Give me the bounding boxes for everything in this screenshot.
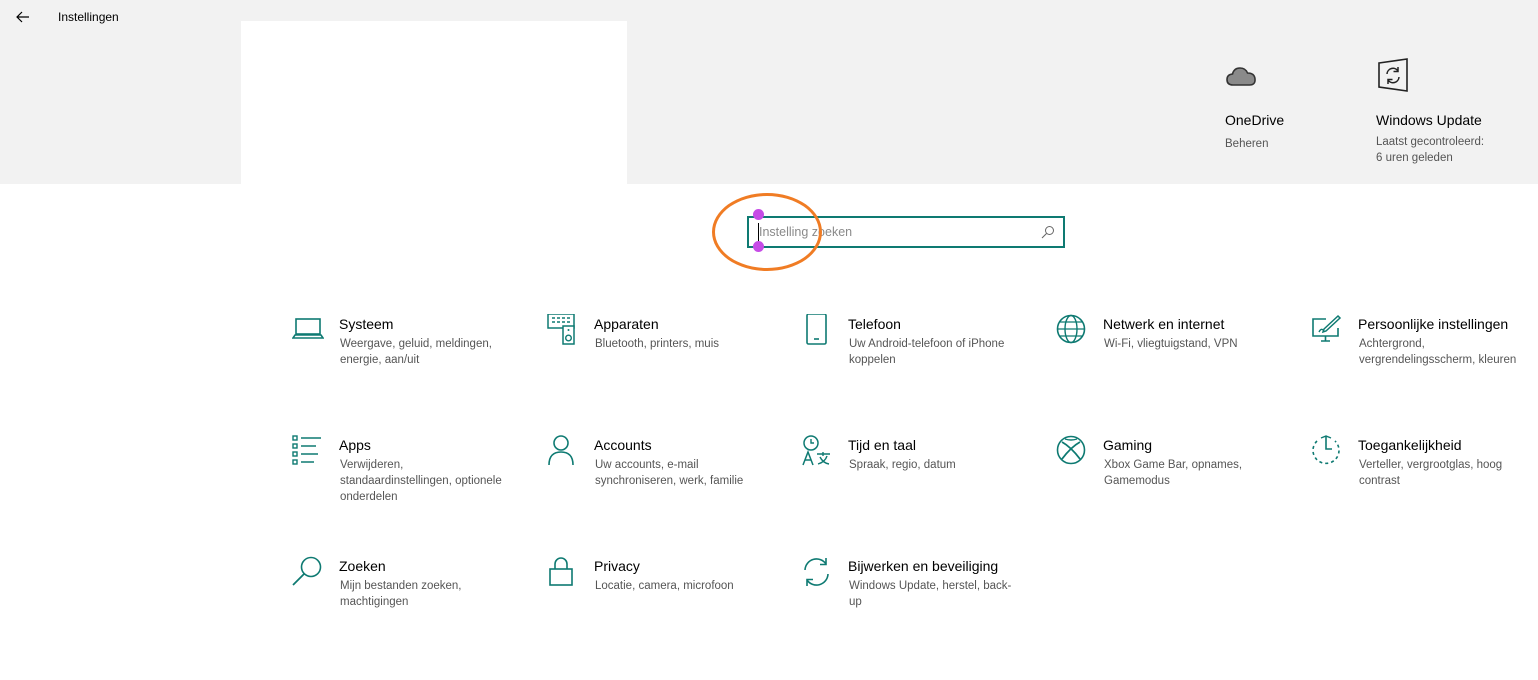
update-sync-icon [804, 558, 829, 586]
category-tijd-en-taal[interactable]: Tijd en taal Spraak, regio, datum [801, 435, 1041, 535]
back-arrow-icon [16, 11, 29, 23]
category-title: Apps [339, 437, 371, 453]
xbox-icon [1056, 435, 1086, 465]
laptop-icon [292, 318, 324, 339]
category-zoeken[interactable]: Zoeken Mijn bestanden zoeken, machtiging… [292, 556, 532, 656]
time-language-icon [802, 435, 830, 466]
category-toegankelijkheid[interactable]: Toegankelijkheid Verteller, vergrootglas… [1311, 435, 1538, 535]
category-title: Accounts [594, 437, 652, 453]
windows-update-subtitle: Laatst gecontroleerd: 6 uren geleden [1376, 134, 1484, 166]
category-gaming[interactable]: Gaming Xbox Game Bar, opnames, Gamemodus [1056, 435, 1296, 535]
category-description: Spraak, regio, datum [849, 459, 956, 471]
category-description: Weergave, geluid, meldingen, energie, aa… [340, 338, 492, 366]
windows-update-subtitle-line1: Laatst gecontroleerd: [1376, 136, 1485, 148]
account-card [241, 21, 627, 184]
devices-icon [547, 314, 575, 345]
windows-update-title: Windows Update [1376, 112, 1482, 128]
selection-handle-bottom[interactable] [753, 241, 764, 252]
category-apparaten[interactable]: Apparaten Bluetooth, printers, muis [547, 314, 787, 414]
category-title: Persoonlijke instellingen [1358, 316, 1509, 332]
personalization-icon [1312, 314, 1342, 342]
category-title: Zoeken [339, 558, 386, 574]
category-title: Bijwerken en beveiliging [848, 558, 999, 574]
category-title: Apparaten [594, 316, 659, 332]
category-netwerk[interactable]: Netwerk en internet Wi-Fi, vliegtuigstan… [1056, 314, 1296, 414]
category-title: Netwerk en internet [1103, 316, 1225, 332]
category-title: Toegankelijkheid [1358, 437, 1462, 453]
category-description: Verwijderen, standaardinstellingen, opti… [340, 459, 502, 503]
search-box[interactable] [747, 216, 1065, 248]
lock-icon [549, 557, 573, 586]
windows-update-subtitle-line2: 6 uren geleden [1376, 152, 1453, 164]
category-description: Achtergrond, vergrendelingsscherm, kleur… [1359, 338, 1517, 366]
text-caret [758, 223, 759, 242]
category-description: Verteller, vergrootglas, hoog contrast [1359, 459, 1503, 487]
app-title: Instellingen [58, 10, 119, 24]
apps-list-icon [292, 435, 321, 465]
category-description: Uw accounts, e-mail synchroniseren, werk… [595, 459, 744, 487]
windows-update-quick-action[interactable]: Windows Update Laatst gecontroleerd: 6 u… [1376, 58, 1516, 168]
search-magnifier-icon[interactable] [1041, 225, 1055, 239]
category-description: Windows Update, herstel, back-up [849, 580, 1012, 608]
onedrive-title: OneDrive [1225, 112, 1285, 128]
category-apps[interactable]: Apps Verwijderen, standaardinstellingen,… [292, 435, 532, 535]
cloud-icon [1226, 67, 1256, 86]
category-description: Wi-Fi, vliegtuigstand, VPN [1104, 338, 1238, 350]
windows-update-icon [1378, 58, 1408, 92]
category-title: Gaming [1103, 437, 1153, 453]
category-description: Bluetooth, printers, muis [595, 338, 720, 350]
category-persoonlijke-instellingen[interactable]: Persoonlijke instellingen Achtergrond, v… [1311, 314, 1538, 414]
phone-icon [806, 314, 827, 345]
category-title: Privacy [594, 558, 640, 574]
accessibility-icon [1312, 435, 1340, 465]
search-input[interactable] [759, 223, 1029, 241]
onedrive-quick-action[interactable]: OneDrive Beheren [1225, 60, 1345, 160]
search-icon [292, 556, 322, 586]
category-description: Mijn bestanden zoeken, machtigingen [340, 580, 462, 608]
category-systeem[interactable]: Systeem Weergave, geluid, meldingen, ene… [292, 314, 532, 414]
category-accounts[interactable]: Accounts Uw accounts, e-mail synchronise… [547, 435, 787, 535]
category-title: Telefoon [848, 316, 901, 332]
selection-handle-top[interactable] [753, 209, 764, 220]
category-telefoon[interactable]: Telefoon Uw Android-telefoon of iPhone k… [801, 314, 1041, 414]
category-bijwerken-en-beveiliging[interactable]: Bijwerken en beveiliging Windows Update,… [801, 556, 1041, 656]
onedrive-subtitle: Beheren [1225, 138, 1269, 150]
back-button[interactable] [12, 6, 34, 28]
category-description: Locatie, camera, microfoon [595, 580, 734, 592]
category-privacy[interactable]: Privacy Locatie, camera, microfoon [547, 556, 787, 656]
category-title: Tijd en taal [848, 437, 916, 453]
category-description: Uw Android-telefoon of iPhone koppelen [849, 338, 1005, 366]
globe-icon [1056, 314, 1086, 344]
category-description: Xbox Game Bar, opnames, Gamemodus [1104, 459, 1243, 487]
category-title: Systeem [339, 316, 394, 332]
person-icon [548, 435, 574, 466]
